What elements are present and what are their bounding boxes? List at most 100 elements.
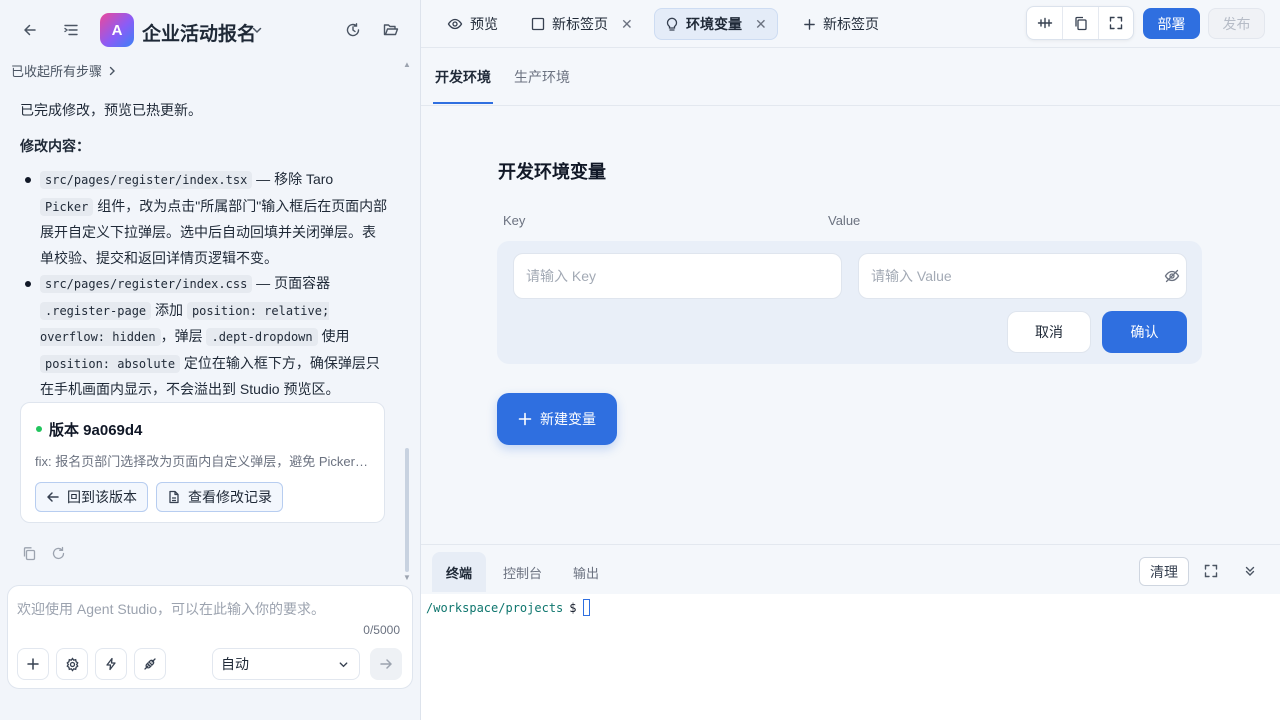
collapsed-steps-toggle[interactable]: 已收起所有步骤 [11,61,117,80]
list-text: — 移除 Taro [252,171,334,187]
lightning-icon [104,657,118,671]
clear-button[interactable]: 清理 [1139,557,1189,586]
list-item: src/pages/register/index.css — 页面容器 .reg… [20,271,388,403]
revert-version-button[interactable]: 回到该版本 [35,482,148,512]
back-arrow-icon[interactable] [18,18,42,42]
cancel-button[interactable]: 取消 [1007,311,1091,353]
arrow-right-icon [379,657,393,671]
environment-tabs: 开发环境 生产环境 [421,48,1280,106]
gear-icon [65,656,80,672]
chat-input[interactable] [17,596,397,622]
plus-icon [803,18,816,31]
tab-output[interactable]: 输出 [559,552,613,592]
deploy-button[interactable]: 部署 [1143,8,1200,39]
version-description: fix: 报名页部门选择改为页面内自定义弹层，避免 Picker 弹出到预览区外 [35,454,371,469]
bottom-panel-tabs: 终端 控制台 输出 清理 [421,545,1280,594]
tab-terminal[interactable]: 终端 [432,552,487,592]
list-text: 添加 [151,301,187,318]
add-attachment-button[interactable] [17,648,49,680]
list-text: 使用 [317,328,350,344]
view-history-button[interactable]: 查看修改记录 [156,482,283,512]
close-icon[interactable]: ✕ [755,16,767,33]
terminal-prompt-symbol: $ [569,600,577,615]
env-section-title: 开发环境变量 [498,162,606,182]
integration-button[interactable] [134,648,166,680]
plus-icon [518,412,532,426]
list-text: — 页面容器 [252,275,331,291]
sliders-icon [1037,16,1053,30]
scroll-down-arrow[interactable]: ▼ [403,573,411,582]
view-history-label: 查看修改记录 [188,489,272,505]
char-count: 0/5000 [363,623,400,637]
view-tool-group [1026,6,1134,40]
tab-env-vars[interactable]: 环境变量 ✕ [654,8,778,40]
tab-new-1[interactable]: 新标签页 ✕ [521,8,643,40]
changes-list: src/pages/register/index.tsx — 移除 Taro P… [20,167,388,403]
chat-header: A 企业活动报名 [0,0,420,60]
copy-view-button[interactable] [1062,7,1097,39]
publish-button[interactable]: 发布 [1208,8,1265,39]
folder-icon[interactable] [379,18,403,42]
tab-prod-env[interactable]: 生产环境 [514,67,570,87]
copy-icon [1074,16,1088,31]
list-text: ，弹层 [160,328,207,344]
copy-icon[interactable] [22,546,37,561]
tab-preview[interactable]: 预览 [437,8,508,40]
value-column-label: Value [828,213,861,228]
env-var-form: 取消 确认 [497,241,1202,364]
expand-icon[interactable] [1204,564,1218,578]
chevron-right-icon [107,66,117,76]
history-clock-icon[interactable] [341,18,365,42]
bottom-panel: 终端 控制台 输出 清理 /workspace/projects $ [421,544,1280,720]
eye-icon [447,16,463,32]
active-tab-indicator [433,102,493,104]
app-title[interactable]: 企业活动报名 [142,19,256,46]
quick-action-button[interactable] [95,648,127,680]
tab-label: 新标签页 [552,16,608,32]
confirm-button[interactable]: 确认 [1102,311,1187,353]
document-icon [167,490,181,504]
version-card: 版本 9a069d4 fix: 报名页部门选择改为页面内自定义弹层，避免 Pic… [20,402,385,523]
steps-toggle-label: 已收起所有步骤 [11,64,103,79]
env-key-input[interactable] [513,253,842,299]
device-toggle-button[interactable] [1027,7,1062,39]
mode-select[interactable]: 自动 [212,648,360,680]
eye-off-icon[interactable] [1164,268,1180,284]
app-logo: A [100,13,134,47]
code-snippet: .register-page [40,301,152,320]
version-title: 版本 9a069d4 [49,422,143,439]
tab-console[interactable]: 控制台 [489,552,556,592]
message-intro: 已完成修改，预览已热更新。 [20,102,202,118]
env-value-input[interactable] [858,253,1187,299]
scroll-up-arrow[interactable]: ▲ [403,60,411,69]
workspace-panel: 预览 新标签页 ✕ 环境变量 ✕ 新标签页 部署 发布 开发环境 生产环境 开发… [421,0,1280,720]
close-icon[interactable]: ✕ [621,16,633,33]
fullscreen-button[interactable] [1097,7,1133,39]
list-text: 组件，改为点击"所属部门"输入框后在页面内部展开自定义下拉弹层。选中后自动回填并… [40,197,388,266]
chevron-down-icon [338,659,349,670]
settings-button[interactable] [56,648,88,680]
assistant-message: 已完成修改，预览已热更新。 修改内容： src/pages/register/i… [20,98,388,403]
tab-dev-env[interactable]: 开发环境 [435,67,491,87]
send-button[interactable] [370,648,402,680]
blank-page-icon [531,17,545,31]
chevron-down-icon[interactable] [245,18,269,42]
version-status-dot [36,426,42,432]
lightbulb-icon [665,16,679,32]
new-variable-button[interactable]: 新建变量 [497,393,617,445]
chat-composer: 0/5000 自动 [7,585,413,689]
workspace-tabbar: 预览 新标签页 ✕ 环境变量 ✕ 新标签页 部署 发布 [421,0,1280,48]
menu-list-icon[interactable] [59,18,83,42]
chevrons-down-icon[interactable] [1244,565,1256,577]
new-tab-button[interactable]: 新标签页 [793,8,889,40]
terminal-prompt-line[interactable]: /workspace/projects $ [426,599,590,616]
chat-scrollbar[interactable] [405,448,409,572]
revert-version-label: 回到该版本 [67,489,137,505]
agent-chat-panel: A 企业活动报名 已收起所有步骤 ▲ 已完成修改，预览已热更新。 修改内容： s… [0,0,421,720]
plug-icon [143,657,157,671]
new-variable-label: 新建变量 [540,411,596,427]
code-snippet: position: absolute [40,354,181,373]
changes-heading: 修改内容： [20,137,90,154]
refresh-icon[interactable] [51,546,66,561]
code-snippet: Picker [40,197,94,216]
